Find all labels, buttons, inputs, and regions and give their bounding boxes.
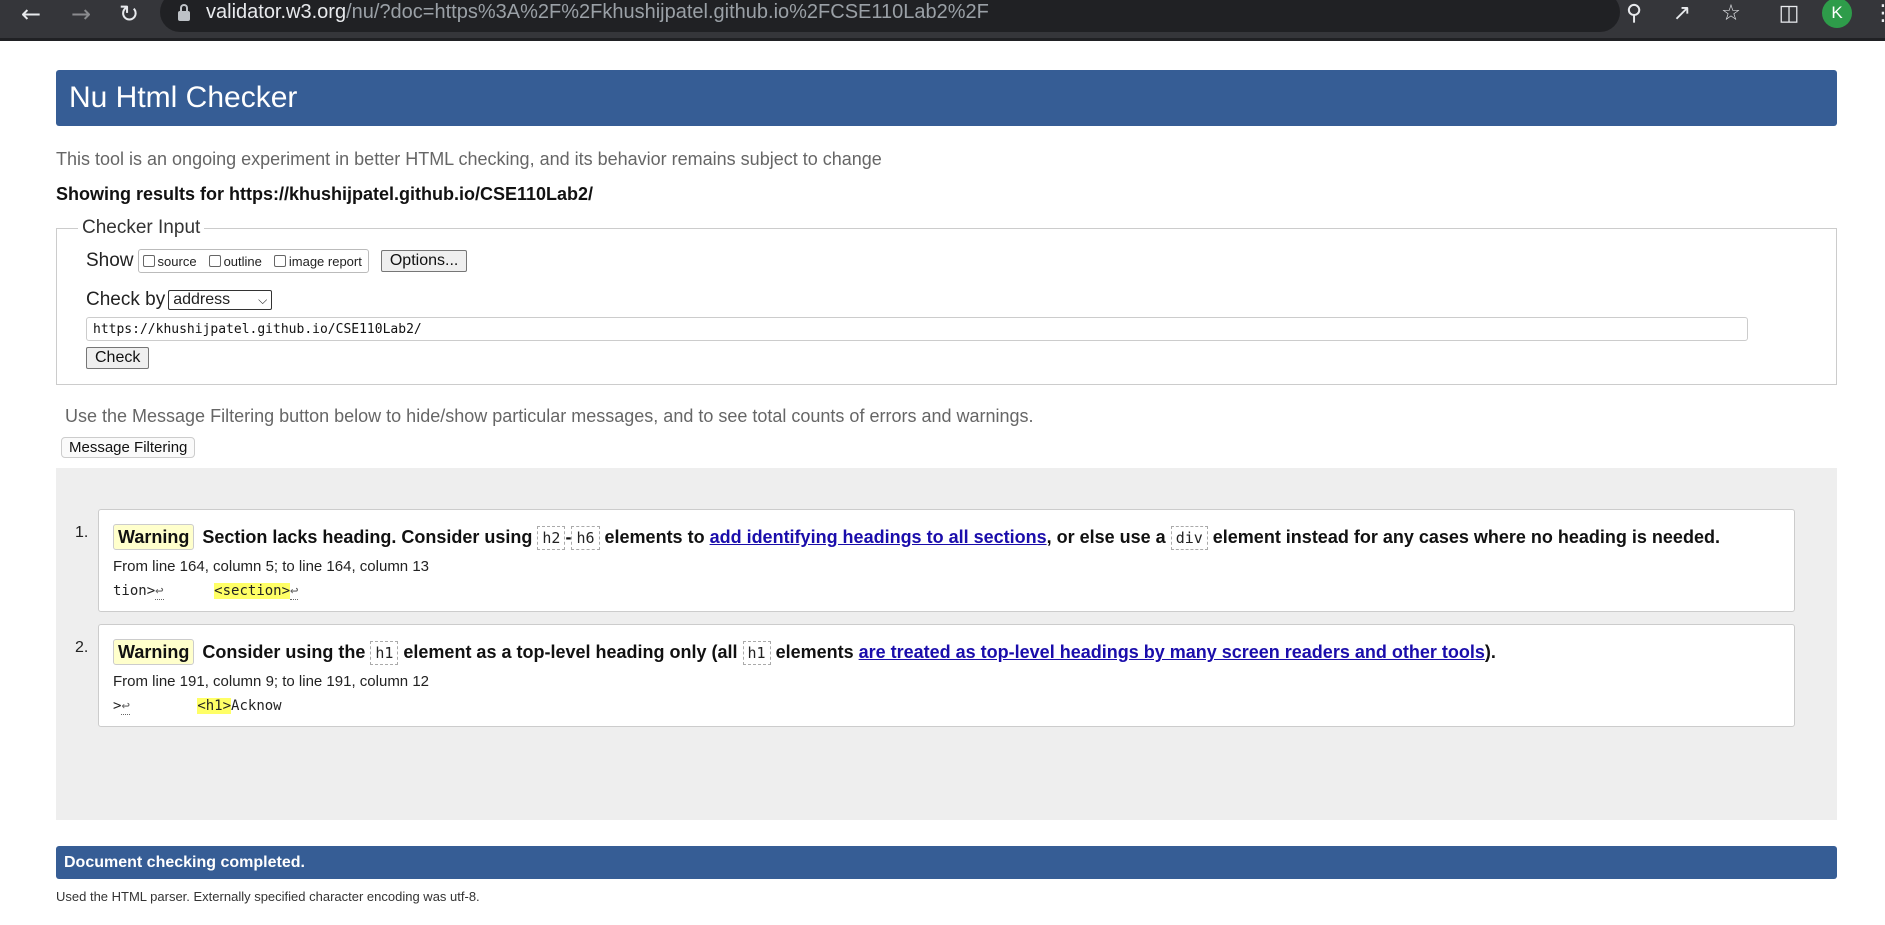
message-item: 2. Warning Consider using the h1 element … (75, 624, 1795, 727)
message-item: 1. Warning Section lacks heading. Conside… (75, 509, 1795, 612)
sidepanel-icon[interactable]: ◫ (1774, 0, 1804, 26)
show-row: Show source outline image report Options… (86, 249, 1820, 273)
extract-highlight: <section> (214, 583, 291, 599)
show-image-report-option[interactable]: image report (273, 254, 362, 269)
message-location: From line 191, column 9; to line 191, co… (113, 673, 430, 690)
return-icon: ↩ (155, 583, 164, 600)
code-token: h1 (370, 641, 399, 665)
intro-text: This tool is an ongoing experiment in be… (56, 149, 882, 169)
checker-input-fieldset: Checker Input Show source outline image … (56, 217, 1837, 385)
checker-input-legend: Checker Input (82, 217, 201, 238)
checkby-row: Check by address ⌵ (86, 289, 1820, 311)
kebab-menu-icon[interactable]: ⋮ (1872, 0, 1885, 26)
address-bar[interactable]: validator.w3.org/nu/?doc=https%3A%2F%2Fk… (160, 0, 1620, 32)
url-input[interactable]: https://khushijpatel.github.io/CSE110Lab… (86, 317, 1748, 341)
back-arrow-icon[interactable]: ← (14, 0, 48, 28)
message-text: Warning Consider using the h1 element as … (113, 635, 1780, 671)
message-link[interactable]: add identifying headings to all sections (710, 527, 1047, 547)
code-token: h6 (571, 526, 600, 550)
profile-avatar[interactable]: K (1822, 0, 1852, 28)
parser-note: Used the HTML parser. Externally specifi… (56, 889, 480, 904)
checking-completed-banner: Document checking completed. (56, 846, 1837, 879)
address-url[interactable]: validator.w3.org/nu/?doc=https%3A%2F%2Fk… (206, 1, 989, 24)
return-icon: ↩ (290, 583, 299, 600)
filter-note: Use the Message Filtering button below t… (65, 406, 1034, 426)
show-outline-option[interactable]: outline (208, 254, 262, 269)
message-link[interactable]: are treated as top-level headings by man… (859, 642, 1485, 662)
showing-results: Showing results for https://khushijpatel… (56, 184, 594, 204)
message-filtering-button[interactable]: Message Filtering (61, 437, 196, 458)
code-token: h2 (537, 526, 566, 550)
message-number: 2. (75, 639, 89, 656)
star-icon[interactable]: ☆ (1716, 0, 1746, 26)
checkby-select[interactable]: address ⌵ (168, 290, 273, 310)
show-label: Show (86, 250, 134, 271)
options-button[interactable]: Options... (380, 250, 468, 272)
warning-badge: Warning (113, 524, 195, 550)
extract-highlight: <h1> (197, 698, 232, 714)
warning-badge: Warning (113, 639, 195, 665)
code-extract: tion>↩ <section>↩ (113, 583, 299, 600)
results-panel: 1. Warning Section lacks heading. Conside… (56, 468, 1837, 820)
chevron-down-icon: ⌵ (258, 292, 268, 307)
browser-toolbar: ← → ↻ validator.w3.org/nu/?doc=https%3A%… (0, 0, 1885, 41)
page-header: Nu Html Checker (56, 70, 1837, 126)
share-icon[interactable]: ↗ (1667, 0, 1697, 26)
lock-icon (178, 4, 190, 21)
code-token: div (1170, 526, 1208, 550)
reload-icon[interactable]: ↻ (112, 0, 146, 28)
zoom-icon[interactable]: ⚲ (1619, 0, 1649, 26)
message-number: 1. (75, 524, 89, 541)
page-title: Nu Html Checker (69, 81, 298, 114)
code-extract: >↩ <h1>Acknow (113, 698, 282, 715)
message-text: Warning Section lacks heading. Consider u… (113, 520, 1780, 556)
validator-page: Nu Html Checker This tool is an ongoing … (56, 70, 1837, 904)
code-token: h1 (742, 641, 771, 665)
show-source-option[interactable]: source (142, 254, 197, 269)
source-checkbox[interactable] (142, 255, 155, 267)
return-icon: ↩ (121, 698, 130, 715)
checkby-label: Check by (86, 289, 166, 310)
outline-checkbox[interactable] (208, 255, 221, 267)
image-report-checkbox[interactable] (273, 255, 286, 267)
show-options-group: source outline image report (137, 249, 369, 273)
check-button[interactable]: Check (86, 347, 150, 369)
message-location: From line 164, column 5; to line 164, co… (113, 558, 430, 575)
forward-arrow-icon[interactable]: → (64, 0, 98, 28)
